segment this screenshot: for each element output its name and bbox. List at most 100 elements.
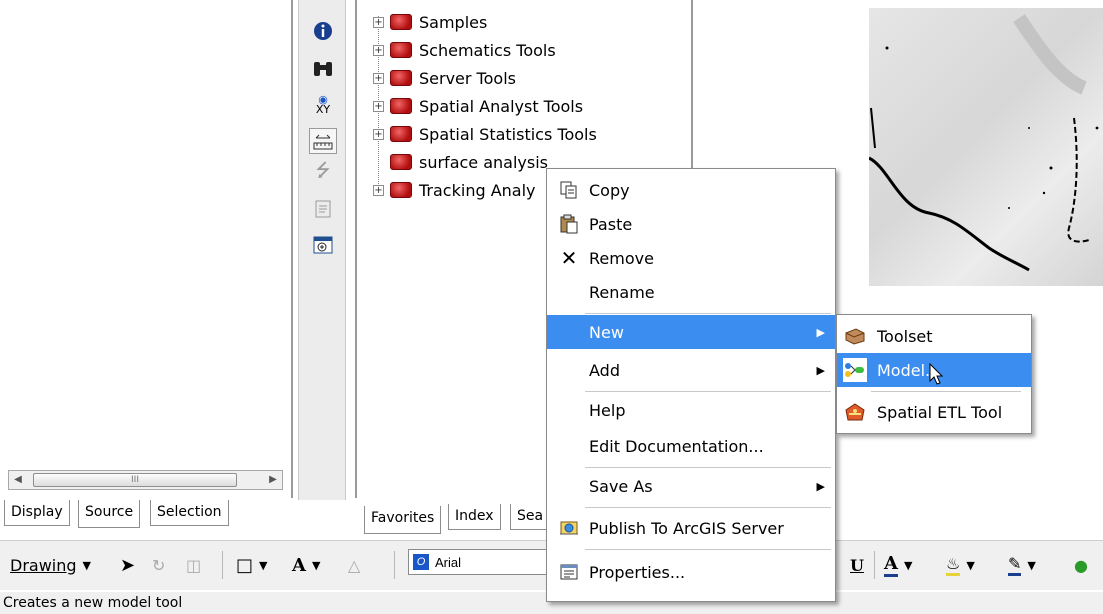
- go-to-xy-icon[interactable]: ◉ XY: [309, 92, 337, 118]
- horizontal-scrollbar[interactable]: ◀ III ▶: [8, 470, 283, 490]
- dropdown-arrow-icon: ▼: [1027, 558, 1036, 572]
- tab-index[interactable]: Index: [448, 504, 501, 530]
- toolbox-icon: [390, 14, 412, 30]
- zoom-to-selected-icon[interactable]: ◫: [186, 551, 201, 579]
- submenu-item-model[interactable]: Model...: [837, 353, 1031, 387]
- spatial-etl-icon: [843, 400, 867, 424]
- copy-icon: [557, 178, 581, 202]
- expand-icon[interactable]: +: [373, 100, 384, 112]
- dropdown-arrow-icon: ▼: [966, 558, 975, 572]
- create-viewer-icon[interactable]: [309, 232, 337, 258]
- publish-icon: [557, 516, 581, 540]
- vertical-tools-strip: ◉ XY ⭍: [298, 0, 346, 500]
- tree-item-label: Server Tools: [419, 68, 516, 88]
- toolbox-icon: [390, 98, 412, 114]
- menu-item-remove[interactable]: ✕ Remove: [547, 241, 835, 275]
- marker-color-icon[interactable]: ●: [1074, 551, 1088, 579]
- tab-source[interactable]: Source: [78, 500, 141, 528]
- scroll-right-icon[interactable]: ▶: [264, 471, 282, 489]
- hyperlink-lightning-icon[interactable]: ⭍: [309, 160, 337, 186]
- dropdown-arrow-icon: ▼: [903, 558, 913, 572]
- submenu-item-toolset[interactable]: Toolset: [837, 319, 1031, 353]
- font-type-icon: O: [413, 554, 429, 570]
- submenu-arrow-icon: ▶: [816, 479, 825, 493]
- expand-icon[interactable]: +: [373, 72, 384, 84]
- submenu-arrow-icon: ▶: [816, 325, 825, 339]
- rectangle-tool-button[interactable]: □ ▼: [236, 551, 267, 579]
- menu-item-help[interactable]: Help: [547, 393, 835, 427]
- pen-icon: ✎: [1008, 554, 1022, 576]
- dropdown-arrow-icon: ▼: [259, 558, 268, 572]
- text-a-icon: A: [292, 554, 306, 576]
- menu-item-paste[interactable]: Paste: [547, 207, 835, 241]
- rectangle-icon: □: [236, 554, 254, 576]
- coastline-map-image: [868, 14, 1099, 272]
- tab-search[interactable]: Sea: [510, 504, 551, 530]
- font-color-button[interactable]: A ▼: [884, 551, 912, 579]
- toolbox-icon: [390, 42, 412, 58]
- menu-item-save-as[interactable]: Save As ▶: [547, 469, 835, 503]
- submenu-item-spatial-etl-tool[interactable]: Spatial ETL Tool: [837, 395, 1031, 429]
- tree-item-label: Schematics Tools: [419, 40, 556, 60]
- tree-item-tracking-analyst[interactable]: + Tracking Analy: [373, 178, 536, 202]
- menu-item-new[interactable]: New ▶: [547, 315, 835, 349]
- font-color-icon: A: [884, 553, 898, 577]
- menu-item-rename[interactable]: Rename: [547, 275, 835, 309]
- fill-color-button[interactable]: ♨ ▼: [946, 551, 975, 579]
- toolset-icon: [843, 324, 867, 348]
- new-submenu: Toolset Model... Spatial ETL Tool: [836, 314, 1032, 434]
- tree-item-server-tools[interactable]: + Server Tools: [373, 66, 516, 90]
- tree-item-label: surface analysis: [419, 152, 548, 172]
- properties-icon: [557, 560, 581, 584]
- select-elements-arrow-icon[interactable]: ➤: [120, 551, 135, 579]
- tree-item-spatial-analyst-tools[interactable]: + Spatial Analyst Tools: [373, 94, 583, 118]
- expand-icon[interactable]: +: [373, 16, 384, 28]
- model-icon: [843, 358, 867, 382]
- map-view[interactable]: [868, 8, 1103, 286]
- tree-item-surface-analysis[interactable]: surface analysis: [373, 150, 548, 174]
- submenu-arrow-icon: ▶: [816, 363, 825, 377]
- toolbox-icon: [390, 126, 412, 142]
- context-menu: Copy Paste ✕ Remove Rename New ▶ Add ▶ H…: [546, 168, 836, 602]
- edit-vertices-icon[interactable]: △: [348, 551, 360, 579]
- line-color-button[interactable]: ✎ ▼: [1008, 551, 1036, 579]
- tree-item-label: Samples: [419, 12, 488, 32]
- tree-item-label: Tracking Analy: [419, 180, 536, 200]
- toolbox-icon: [390, 154, 412, 170]
- expand-icon[interactable]: +: [373, 44, 384, 56]
- menu-item-edit-documentation[interactable]: Edit Documentation...: [547, 429, 835, 463]
- menu-item-add[interactable]: Add ▶: [547, 353, 835, 387]
- toolbox-icon: [390, 182, 412, 198]
- expand-icon[interactable]: +: [373, 128, 384, 140]
- scroll-thumb[interactable]: III: [33, 473, 237, 487]
- tab-selection[interactable]: Selection: [150, 500, 229, 526]
- menu-item-properties[interactable]: Properties...: [547, 555, 835, 589]
- drawing-menu-button[interactable]: Drawing ▼: [10, 551, 91, 579]
- paste-icon: [557, 212, 581, 236]
- font-name-combo[interactable]: O Arial: [408, 549, 548, 575]
- tree-item-label: Spatial Analyst Tools: [419, 96, 584, 116]
- tab-favorites[interactable]: Favorites: [364, 506, 442, 534]
- binoculars-icon[interactable]: [309, 56, 337, 82]
- menu-item-copy[interactable]: Copy: [547, 173, 835, 207]
- text-tool-button[interactable]: A ▼: [292, 551, 320, 579]
- toolbox-icon: [390, 70, 412, 86]
- remove-icon: ✕: [560, 246, 578, 270]
- table-of-contents-pane: ◀ III ▶: [0, 0, 293, 498]
- scroll-left-icon[interactable]: ◀: [9, 471, 27, 489]
- rotate-icon[interactable]: ↻: [152, 551, 165, 579]
- tree-item-label: Spatial Statistics Tools: [419, 124, 597, 144]
- tab-display[interactable]: Display: [4, 500, 70, 526]
- tree-item-samples[interactable]: + Samples: [373, 10, 487, 34]
- html-popup-icon[interactable]: [309, 196, 337, 222]
- identify-icon[interactable]: [309, 18, 337, 44]
- dropdown-arrow-icon: ▼: [311, 558, 321, 572]
- expand-icon[interactable]: +: [373, 184, 384, 196]
- measure-icon[interactable]: [309, 128, 337, 154]
- tree-item-schematics-tools[interactable]: + Schematics Tools: [373, 38, 556, 62]
- tree-item-spatial-statistics-tools[interactable]: + Spatial Statistics Tools: [373, 122, 597, 146]
- menu-item-publish-to-arcgis-server[interactable]: Publish To ArcGIS Server: [547, 511, 835, 545]
- underline-button[interactable]: U: [850, 551, 864, 579]
- dropdown-arrow-icon: ▼: [82, 558, 91, 572]
- fill-bucket-icon: ♨: [946, 554, 961, 576]
